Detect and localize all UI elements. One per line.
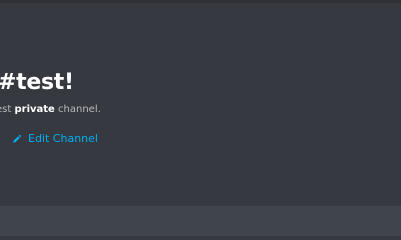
description-private-word: private <box>14 104 55 115</box>
pencil-icon <box>13 134 22 143</box>
edit-channel-label: Edit Channel <box>28 132 98 145</box>
edit-channel-link[interactable]: Edit Channel <box>12 132 98 146</box>
description-suffix: channel. <box>58 104 101 115</box>
channel-welcome-description: est private channel. <box>0 103 401 117</box>
channel-welcome: #test! est private channel. s Edit Chann… <box>0 70 401 146</box>
add-members-link[interactable]: s <box>0 132 12 146</box>
channel-welcome-title: #test! <box>0 70 74 95</box>
channel-header-bar <box>0 0 401 3</box>
message-composer[interactable] <box>0 206 401 236</box>
description-prefix: est <box>0 104 12 115</box>
welcome-actions: s Edit Channel <box>0 132 401 146</box>
